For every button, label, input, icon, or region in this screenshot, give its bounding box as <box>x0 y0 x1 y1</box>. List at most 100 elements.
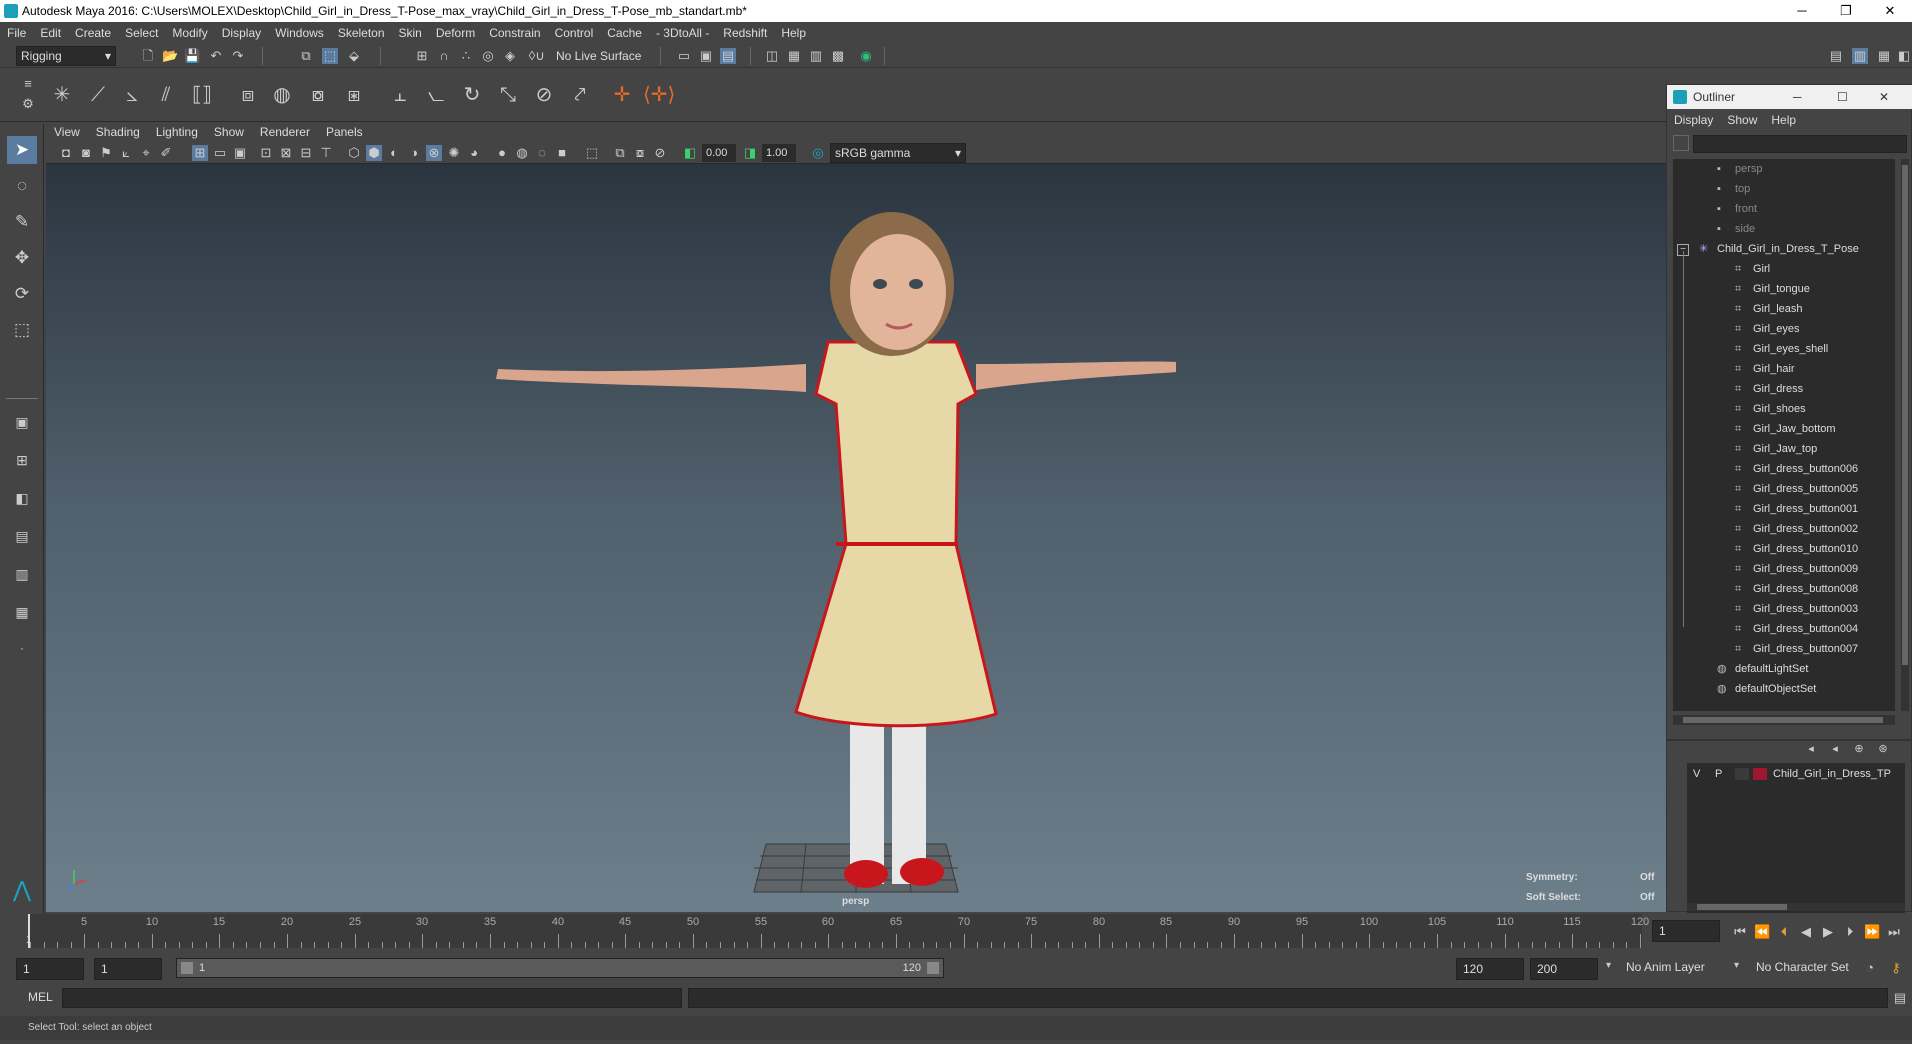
field-chart-icon[interactable]: ⊠ <box>278 145 294 161</box>
tree-node-child[interactable]: ⌗ Girl_tongue <box>1735 279 1810 299</box>
scale-constraint-icon[interactable]: ⤡ <box>492 78 524 110</box>
menu-skeleton[interactable]: Skeleton <box>331 22 392 44</box>
tree-node-child[interactable]: ⌗ Girl_leash <box>1735 299 1803 319</box>
tree-node-persp[interactable]: ▪ persp <box>1717 159 1763 179</box>
anti-aliasing-icon[interactable]: ◌ <box>534 145 550 161</box>
lasso-tool-icon[interactable]: ◌ <box>7 172 37 200</box>
animation-preferences-icon[interactable]: ◔ <box>1862 960 1878 976</box>
xray-icon[interactable]: ⧉ <box>612 145 628 161</box>
panel-menu-panels[interactable]: Panels <box>318 122 371 142</box>
current-frame-field[interactable]: 1 <box>1652 920 1720 942</box>
menu-cache[interactable]: Cache <box>600 22 649 44</box>
menu-windows[interactable]: Windows <box>268 22 331 44</box>
tree-node-child[interactable]: ⌗ Girl_dress_button002 <box>1735 519 1858 539</box>
gamma-icon[interactable]: ◨ <box>742 145 758 161</box>
point-constraint-icon[interactable]: ⫠ <box>384 78 416 110</box>
snap-curve-icon[interactable]: ∩ <box>436 48 452 64</box>
parent-constraint-icon[interactable]: ⊘ <box>528 78 560 110</box>
view-transform-dropdown[interactable]: sRGB gamma ▾ <box>830 143 966 163</box>
tree-node-group[interactable]: − ✳ Child_Girl_in_Dress_T_Pose <box>1677 239 1859 259</box>
move-layer-down-icon[interactable]: ◂ <box>1827 741 1843 757</box>
snap-view-icon[interactable]: ◎ <box>480 48 496 64</box>
layer-row[interactable]: V P Child_Girl_in_Dress_TP <box>1687 765 1905 783</box>
outliner-search-input[interactable] <box>1693 135 1907 153</box>
menu-control[interactable]: Control <box>548 22 601 44</box>
scrollbar-thumb[interactable] <box>1683 717 1883 723</box>
lattice-icon[interactable]: ⧇ <box>302 78 334 110</box>
menu-create[interactable]: Create <box>68 22 118 44</box>
tree-node-child[interactable]: ⌗ Girl_dress_button006 <box>1735 459 1858 479</box>
panel-menu-show[interactable]: Show <box>206 122 252 142</box>
range-slider-bar[interactable]: 1 120 <box>176 958 944 978</box>
open-scene-icon[interactable]: 📂 <box>162 48 178 64</box>
tree-node-child[interactable]: ⌗ Girl_Jaw_bottom <box>1735 419 1836 439</box>
scale-tool-icon[interactable]: ⬚ <box>7 316 37 344</box>
step-back-key-icon[interactable]: ⏪ <box>1754 924 1770 940</box>
grid-icon[interactable]: ⊞ <box>192 145 208 161</box>
output-ops-icon[interactable]: ▣ <box>698 48 714 64</box>
lights-icon[interactable]: ✺ <box>446 145 462 161</box>
tree-node-child[interactable]: ⌗ Girl_dress_button005 <box>1735 479 1858 499</box>
ik-fk-switch-icon[interactable]: ⟨✛⟩ <box>642 78 675 110</box>
menu-display[interactable]: Display <box>215 22 268 44</box>
paint-select-tool-icon[interactable]: ✎ <box>7 208 37 236</box>
bind-skin-icon[interactable]: ⧈ <box>232 78 264 110</box>
scrollbar-thumb[interactable] <box>1902 165 1908 665</box>
shelf-menu-icon[interactable]: ≡ <box>20 76 36 92</box>
grease-pencil-icon[interactable]: ✐ <box>158 145 174 161</box>
menu-redshift[interactable]: Redshift <box>716 22 774 44</box>
time-ruler[interactable]: 5 10 15 20 25 30 35 40 45 50 55 60 65 70 75 80 85 90 95 100… <box>28 914 1649 948</box>
select-hierarchy-icon[interactable]: ⧉ <box>298 48 314 64</box>
save-scene-icon[interactable]: 💾 <box>184 48 200 64</box>
menu-skin[interactable]: Skin <box>392 22 429 44</box>
command-input[interactable] <box>62 988 682 1008</box>
step-forward-key-icon[interactable]: ⏩ <box>1864 924 1880 940</box>
camera-select-icon[interactable]: ◘ <box>58 145 74 161</box>
wireframe-on-shaded-icon[interactable]: ◐ <box>386 145 402 161</box>
playback-start-field[interactable]: 1 <box>94 958 162 980</box>
wireframe-icon[interactable]: ⬡ <box>346 145 362 161</box>
outliner-minimize-button[interactable]: ─ <box>1793 85 1802 109</box>
snap-magnet-icon[interactable]: ∪ <box>532 48 548 64</box>
outliner-filter-icon[interactable] <box>1673 135 1689 151</box>
tree-node-set[interactable]: ◍ defaultLightSet <box>1717 659 1808 679</box>
script-editor-icon[interactable]: ▤ <box>1892 990 1908 1006</box>
tree-node-front[interactable]: ▪ front <box>1717 199 1757 219</box>
four-view-layout-icon[interactable]: ⊞ <box>7 446 37 474</box>
panel-menu-view[interactable]: View <box>46 122 88 142</box>
modeling-toolkit-icon[interactable]: ▤ <box>1828 48 1844 64</box>
end-time-field[interactable]: 200 <box>1530 958 1598 980</box>
exposure-icon[interactable]: ◧ <box>682 145 698 161</box>
persp-outliner-layout-icon[interactable]: ◧ <box>7 484 37 512</box>
single-perspective-layout-icon[interactable]: ▣ <box>7 408 37 436</box>
motion-blur-icon[interactable]: ◍ <box>514 145 530 161</box>
snap-grid-icon[interactable]: ⊞ <box>414 48 430 64</box>
menu-deform[interactable]: Deform <box>429 22 482 44</box>
outliner-menu-show[interactable]: Show <box>1720 109 1764 131</box>
layer-color-swatch[interactable] <box>1753 768 1767 780</box>
layer-horizontal-scrollbar[interactable] <box>1687 903 1905 911</box>
tree-node-top[interactable]: ▪ top <box>1717 179 1750 199</box>
minimize-button[interactable]: ─ <box>1780 0 1824 22</box>
undo-icon[interactable]: ↶ <box>208 48 224 64</box>
tree-node-child[interactable]: ⌗ Girl_dress <box>1735 379 1803 399</box>
anim-layer-dropdown[interactable]: No Anim Layer <box>1626 960 1705 974</box>
snap-point-icon[interactable]: ∴ <box>458 48 474 64</box>
two-d-pan-icon[interactable]: ⌖ <box>138 145 154 161</box>
rotate-tool-icon[interactable]: ⟳ <box>7 280 37 308</box>
layout-menu-icon[interactable]: · <box>7 634 37 662</box>
isolate-select-icon[interactable]: ⬚ <box>584 145 600 161</box>
persp-hypershade-layout-icon[interactable]: ▥ <box>7 560 37 588</box>
layer-visibility-toggle[interactable]: V <box>1693 765 1700 783</box>
menu-3dtoall[interactable]: - 3DtoAll - <box>649 22 716 44</box>
new-layer-icon[interactable]: ⊕ <box>1851 741 1867 757</box>
new-scene-icon[interactable]: 🗋 <box>140 48 156 64</box>
ambient-occlusion-icon[interactable]: ● <box>494 145 510 161</box>
perspective-viewport[interactable]: persp Symmetry: Off Soft Select: Off <box>46 164 1672 912</box>
select-object-icon[interactable]: ⬚ <box>322 48 338 64</box>
cluster-icon[interactable]: ⧆ <box>338 78 370 110</box>
textured-icon[interactable]: ⊗ <box>426 145 442 161</box>
create-joint-icon[interactable]: ✳ <box>46 78 78 110</box>
safe-action-icon[interactable]: ⊟ <box>298 145 314 161</box>
snap-surface-icon[interactable]: ◈ <box>502 48 518 64</box>
